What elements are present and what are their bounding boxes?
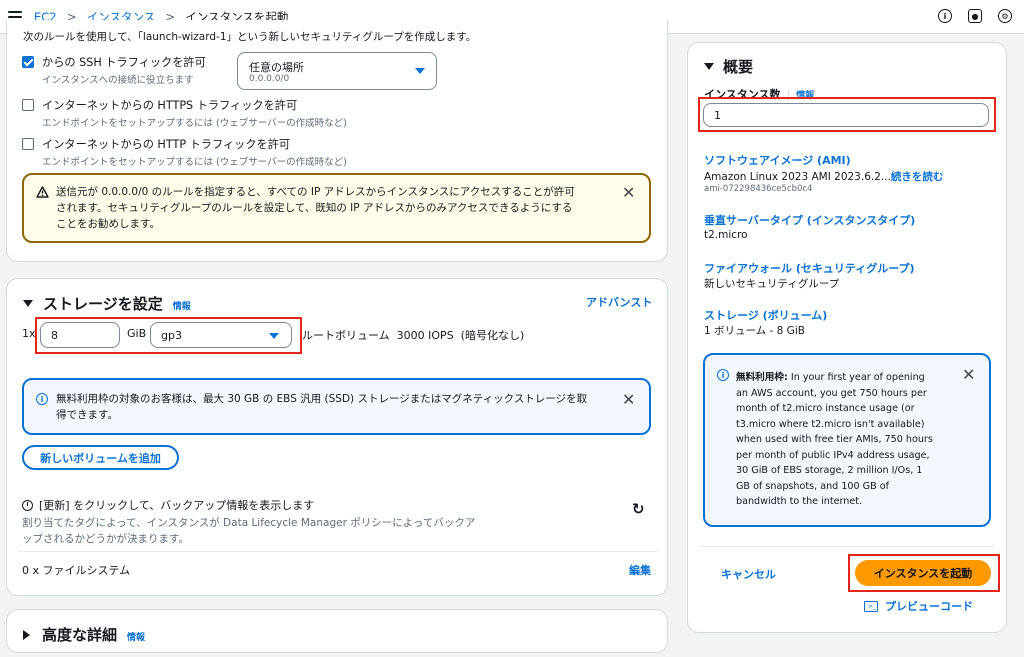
summary-divider [699,546,995,547]
storage-info-link[interactable]: 情報 [173,299,191,312]
caret-down-icon [415,68,425,74]
https-sublabel: エンドポイントをセットアップするには (ウェブサーバーの作成時など) [42,118,347,129]
advanced-link[interactable]: アドバンスト [586,294,652,310]
storage-summary-value: 1 ボリューム - 8 GiB [704,325,805,337]
ami-name: Amazon Linux 2023 AMI 2023.6.2... [704,171,891,183]
info-circle-icon: i [36,393,48,405]
open-access-warning: 送信元が 0.0.0.0/0 のルールを指定すると、すべての IP アドレスから… [22,173,651,243]
storage-info-line1: 無料利用枠の対象のお客様は、最大 30 GB の EBS 汎用 (SSD) スト… [56,393,588,405]
instance-type-value: t2.micro [704,229,748,241]
info-icon[interactable]: i [938,9,952,23]
firewall-link[interactable]: ファイアウォール (セキュリティグループ) [704,260,915,276]
free-tier-line0: In your first year of opening [787,372,925,383]
advanced-header[interactable]: 高度な詳細 情報 [23,624,145,645]
free-tier-storage-info: i 無料利用枠の対象のお客様は、最大 30 GB の EBS 汎用 (SSD) … [22,378,651,435]
preview-code-label: プレビューコード [885,600,973,613]
ssh-source-label: 任意の場所 [249,61,304,74]
expand-triangle-icon [704,63,714,70]
launch-button-highlight [848,554,1000,592]
free-tier-line8: bandwidth to the internet. [736,496,863,507]
firewall-value: 新しいセキュリティグループ [704,278,840,290]
security-group-intro: 次のルールを使用して、「launch-wizard-1」という新しいセキュリティ… [23,31,477,43]
clock-icon [22,499,33,511]
http-checkbox[interactable] [22,138,34,150]
root-volume-desc: ルートボリューム 3000 IOPS (暗号化なし) [302,329,525,342]
free-tier-line2: month of t2.micro instance usage (or [736,403,915,414]
free-tier-line5: per month of public IPv4 address usage, [736,449,930,461]
warning-text-line2: されます。セキュリティグループのルールを設定して、既知の IP アドレスからのみ… [56,202,573,214]
free-tier-line4: when used with free tier AMIs, 750 hours [736,434,933,445]
https-label: インターネットからの HTTPS トラフィックを許可 [42,99,298,112]
ssh-source-select[interactable]: 任意の場所 0.0.0.0/0 [237,52,437,90]
code-preview-icon: >_ [864,600,878,612]
ssh-checkbox[interactable] [22,56,34,68]
close-icon[interactable]: ✕ [622,185,635,201]
ami-name-row: Amazon Linux 2023 AMI 2023.6.2...続きを読む [704,169,943,184]
storage-summary-link[interactable]: ストレージ (ボリューム) [704,307,827,323]
volume-config-highlight [35,317,302,354]
storage-divider [18,551,658,552]
http-sublabel: エンドポイントをセットアップするには (ウェブサーバーの作成時など) [42,157,347,168]
notifications-icon[interactable]: ● [968,9,982,23]
instance-count-highlight [698,97,996,132]
storage-title: ストレージを設定 [43,295,163,313]
free-tier-line3: t3.micro where t2.micro isn't available) [736,418,925,430]
http-option: インターネットからの HTTP トラフィックを許可 エンドポイントをセットアップ… [22,136,347,168]
ssh-label: からの SSH トラフィックを許可 [42,56,206,69]
free-tier-line7: GB of snapshots, and 100 GB of [736,480,889,492]
backup-refresh-hint: [更新] をクリックして、バックアップ情報を表示します [39,499,315,512]
volume-count: 1x [22,327,36,340]
collapsed-triangle-icon [23,629,30,640]
cancel-button[interactable]: キャンセル [721,566,776,582]
ssh-option: からの SSH トラフィックを許可 インスタンスへの接続に役立ちます [22,54,206,86]
warning-icon [36,186,49,198]
http-label: インターネットからの HTTP トラフィックを許可 [42,138,291,151]
advanced-info-link[interactable]: 情報 [127,630,145,643]
summary-header[interactable]: 概要 [704,56,753,77]
settings-icon[interactable]: ⚙ [998,9,1012,23]
free-tier-line1: an AWS account, you get 750 hours per [736,387,927,399]
backup-desc-line2: ップされるかどうかが決まります。 [22,533,189,545]
ssh-source-value: 0.0.0.0/0 [249,74,290,84]
https-option: インターネットからの HTTPS トラフィックを許可 エンドポイントをセットアッ… [22,97,347,129]
backup-info: [更新] をクリックして、バックアップ情報を表示します 割り当てたタグによって、… [22,497,475,546]
advanced-title: 高度な詳細 [42,626,118,644]
read-more-link[interactable]: 続きを読む [891,171,944,183]
preview-code-link[interactable]: >_ プレビューコード [864,598,973,614]
add-volume-button[interactable]: 新しいボリュームを追加 [22,445,179,470]
storage-info-line2: 得できます。 [56,409,118,421]
backup-desc-line1: 割り当てたタグによって、インスタンスが Data Lifecycle Manag… [22,517,476,529]
summary-title: 概要 [723,58,754,76]
free-tier-title: 無料利用枠: [736,372,788,383]
ami-id: ami-072298436ce5cb0c4 [704,184,813,194]
https-checkbox[interactable] [22,99,34,111]
info-circle-icon: i [717,369,729,381]
advanced-details-panel: 高度な詳細 情報 [6,609,668,653]
free-tier-info-box: i 無料利用枠: In your first year of opening a… [703,353,991,527]
warning-text-line3: ことをお勧めします。 [56,218,160,230]
refresh-icon[interactable]: ↻ [632,500,645,518]
warning-text-line1: 送信元が 0.0.0.0/0 のルールを指定すると、すべての IP アドレスから… [56,186,575,198]
close-icon[interactable]: ✕ [962,367,975,383]
ami-link[interactable]: ソフトウェアイメージ (AMI) [704,152,851,168]
instance-type-link[interactable]: 垂直サーバータイプ (インスタンスタイプ) [704,212,915,228]
free-tier-line6: 30 GiB of EBS storage, 2 million I/Os, 1 [736,465,923,476]
filesystem-count: 0 x ファイルシステム [22,564,131,577]
expand-triangle-icon [23,300,33,307]
close-icon[interactable]: ✕ [622,392,635,408]
storage-header[interactable]: ストレージを設定 情報 [23,293,191,314]
edit-filesystems-link[interactable]: 編集 [629,562,651,578]
ssh-sublabel: インスタンスへの接続に役立ちます [42,75,194,86]
